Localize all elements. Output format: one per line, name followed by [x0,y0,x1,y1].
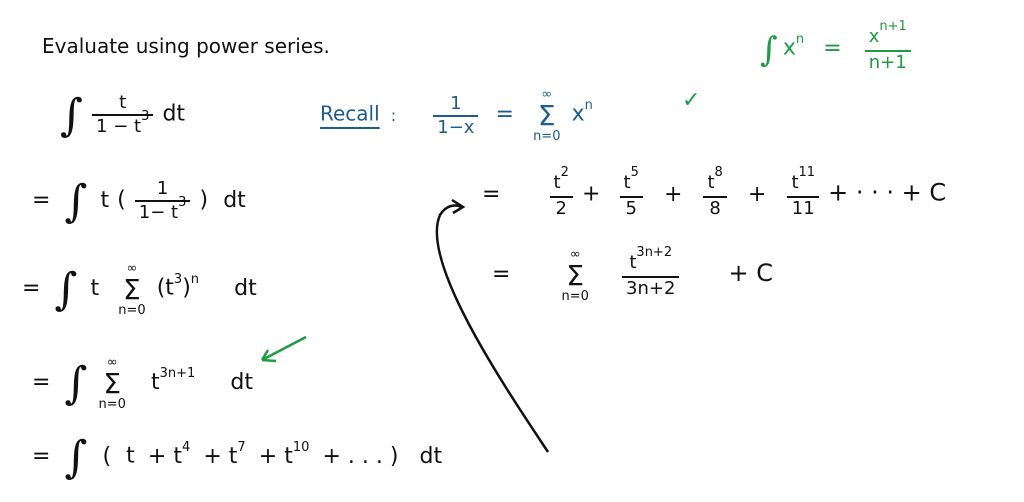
recall-sum: ∞ Σn=0 [533,87,561,144]
problem-fraction: t 1 − t3 [92,92,154,140]
integral-sign: ∫ [60,90,83,141]
green-arrow [260,335,307,363]
curved-arrow [435,204,550,453]
check-mark-icon: ✓ [682,88,701,113]
recall-block: Recall : 1 1−x = ∞ Σn=0 xn [320,87,593,144]
problem-integral: ∫ t 1 − t3 dt [60,90,186,141]
heading: Evaluate using power series. [42,34,330,58]
power-rule: ∫ xn = xn+1 n+1 [760,19,915,74]
step-2: = ∫ t ∞ Σn=0 (t3)n dt [22,261,257,318]
result-series: = t2 2 + t5 5 + t8 8 + t11 11 + · · · + C [482,165,947,219]
result-sum: = ∞ Σn=0 t3n+2 3n+2 + C [492,245,774,304]
step-4: = ∫ ( t + t4 + t7 + t10 + . . . ) dt [32,432,443,483]
step-3: = ∫ ∞ Σn=0 t3n+1 dt [32,355,253,412]
step-1: = ∫ t( 1 1− t3 ) dt [32,176,246,227]
recall-label: Recall [320,101,380,126]
